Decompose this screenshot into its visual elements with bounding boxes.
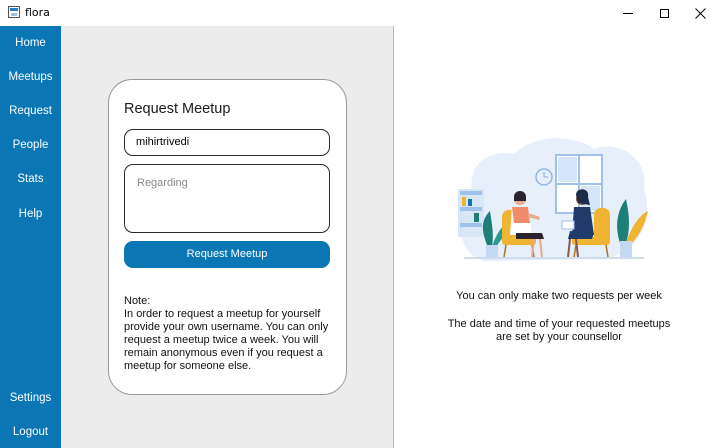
- sidebar: Home Meetups Request People Stats Help S…: [0, 26, 61, 448]
- regarding-input[interactable]: Regarding: [124, 164, 330, 233]
- form-title: Request Meetup: [124, 101, 231, 117]
- close-icon: [694, 7, 706, 19]
- sidebar-item-home[interactable]: Home: [0, 32, 61, 54]
- sidebar-item-logout[interactable]: Logout: [0, 421, 61, 443]
- sidebar-item-people[interactable]: People: [0, 134, 61, 156]
- sidebar-item-meetups[interactable]: Meetups: [0, 66, 61, 88]
- sidebar-item-settings[interactable]: Settings: [0, 387, 61, 409]
- panel-divider: [393, 26, 394, 448]
- title-bar: flora: [0, 0, 724, 26]
- window-title: flora: [25, 6, 50, 19]
- sidebar-item-help[interactable]: Help: [0, 203, 61, 225]
- sidebar-item-stats[interactable]: Stats: [0, 168, 61, 190]
- note-line: In order to request a meetup for yoursel…: [124, 308, 321, 320]
- note-line: meetup for someone else.: [124, 360, 252, 372]
- request-meetup-button[interactable]: Request Meetup: [124, 241, 330, 268]
- maximize-icon: [659, 8, 669, 18]
- username-input[interactable]: mihirtrivedi: [124, 129, 330, 156]
- two-women-talking-illustration: [458, 138, 648, 261]
- app-icon: [8, 6, 20, 18]
- sidebar-item-request[interactable]: Request: [0, 100, 61, 122]
- minimize-button[interactable]: [610, 0, 646, 26]
- close-button[interactable]: [682, 0, 718, 26]
- note-heading: Note:: [124, 295, 151, 307]
- request-meetup-card: Request Meetup mihirtrivedi Regarding Re…: [108, 79, 347, 395]
- counsellor-info-line: are set by your counsellor: [496, 331, 622, 343]
- note-line: provide your own username. You can only: [124, 321, 329, 333]
- note-line: request a meetup twice a week. You will: [124, 334, 319, 346]
- request-limit-text: You can only make two requests per week: [456, 290, 662, 302]
- counsellor-info-line: The date and time of your requested meet…: [447, 318, 671, 330]
- note-line: remain anonymous even if you request a: [124, 347, 323, 359]
- maximize-button[interactable]: [646, 0, 682, 26]
- minimize-icon: [623, 12, 633, 14]
